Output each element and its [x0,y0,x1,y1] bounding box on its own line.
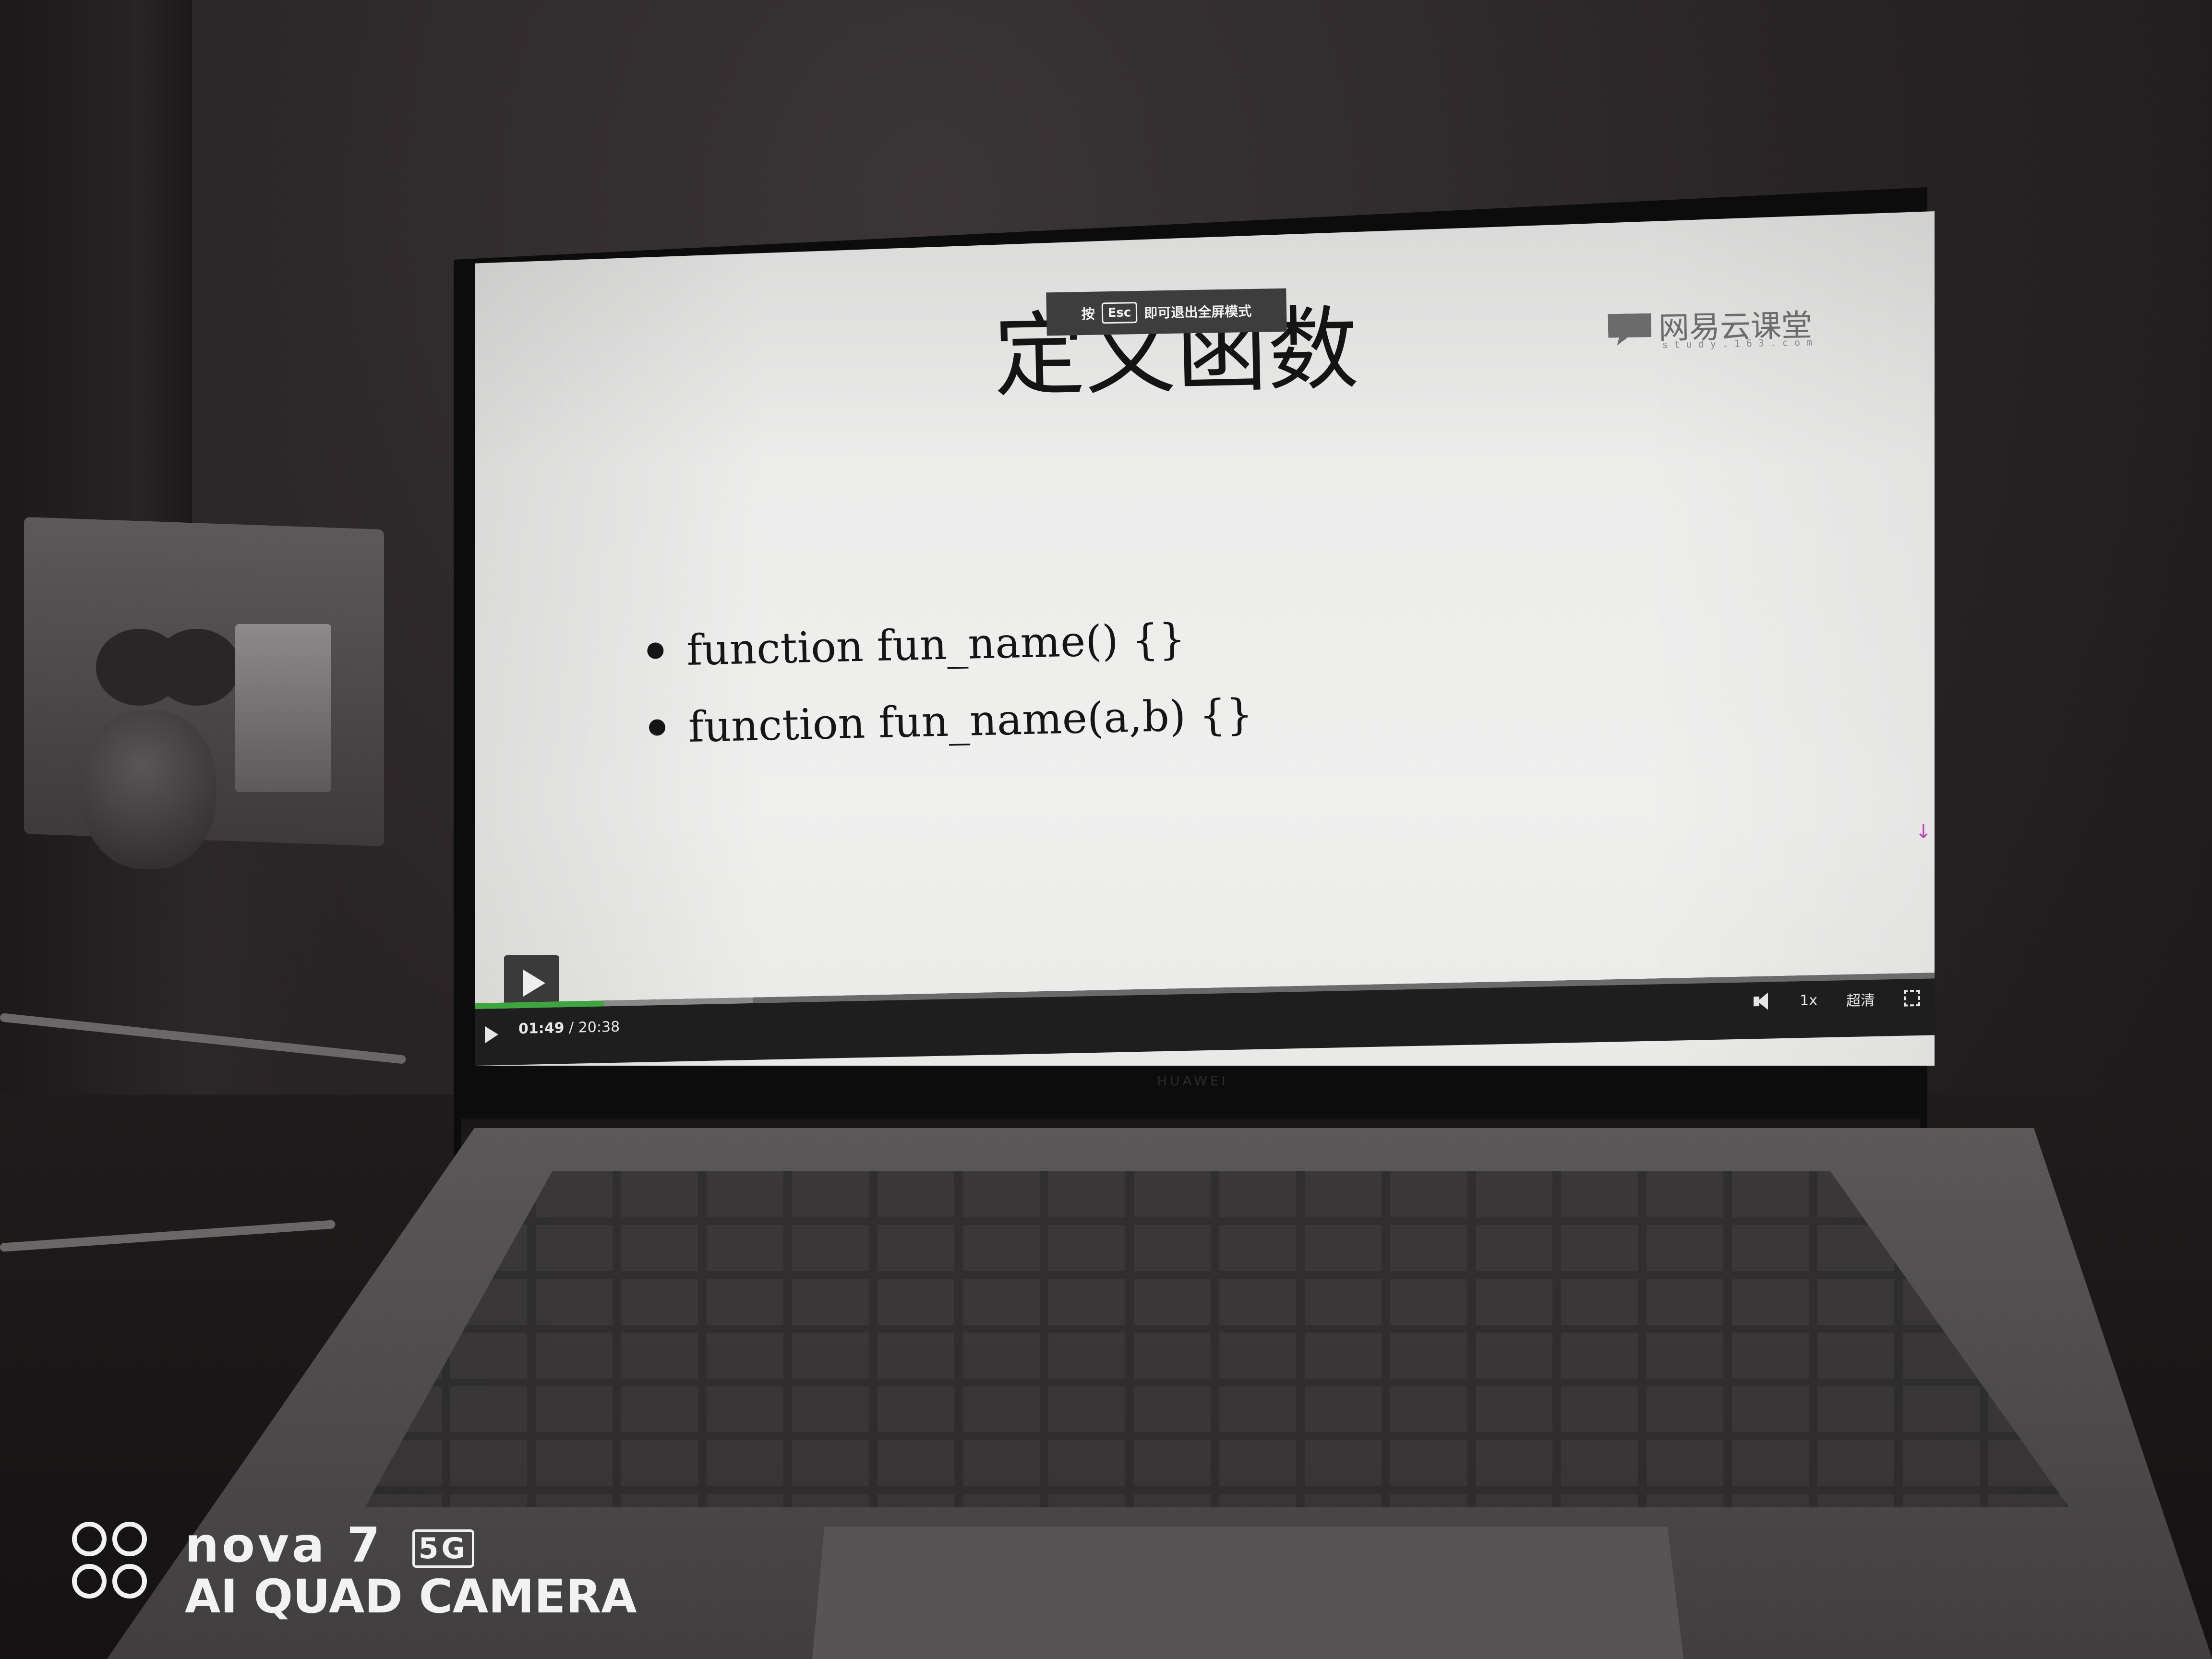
bullet-text: function fun_name(a,b) {} [687,689,1254,752]
current-time: 01:49 [518,1020,565,1038]
logo-url: study.163.com [1662,336,1819,351]
esc-key-label: Esc [1101,302,1138,324]
wall-pillar [134,0,192,552]
watermark-brand: nova 7 5G [185,1517,474,1573]
player-right-controls: 1x 超清 [1725,987,1920,1013]
list-item: function fun_name() {} [647,597,1320,689]
cursor-icon: ↓ [1915,821,1932,843]
study163-logo: 网易云课堂 study.163.com [1608,301,1834,357]
quality-button[interactable]: 超清 [1846,988,1875,1010]
socket-switch [235,624,331,792]
watermark-model: nova 7 [185,1517,383,1573]
socket-hole [154,629,240,706]
chat-bubble-icon [1608,313,1651,346]
slide-bullet-list: function fun_name() {} function fun_name… [647,597,1322,766]
power-plug [82,710,216,869]
toast-suffix: 即可退出全屏模式 [1144,303,1252,321]
exit-fullscreen-icon[interactable] [1904,989,1920,1007]
total-time: 20:38 [578,1018,620,1036]
watermark-5g-badge: 5G [412,1529,474,1568]
bullet-icon [649,719,666,736]
time-display: 01:49 / 20:38 [518,1019,620,1037]
bullet-icon [647,642,664,659]
laptop-brand-logo: HUAWEI [1157,1073,1228,1089]
laptop-keyboard [365,1171,2069,1507]
photo-scene: HUAWEI 定义函数 按 Esc 即可退出全屏模式 网易云课堂 study.1… [0,0,2212,1659]
list-item: function fun_name(a,b) {} [648,674,1322,766]
time-separator: / [569,1019,574,1036]
speed-button[interactable]: 1x [1800,992,1817,1009]
laptop-touchpad [811,1527,1685,1659]
laptop-screen: 定义函数 按 Esc 即可退出全屏模式 网易云课堂 study.163.com … [475,211,1935,1066]
bullet-text: function fun_name() {} [686,613,1186,675]
toast-prefix: 按 [1081,306,1095,323]
quad-camera-icon [72,1522,154,1603]
watermark-subtitle: AI QUAD CAMERA [185,1570,637,1623]
volume-icon[interactable] [1754,992,1771,1010]
exit-fullscreen-toast: 按 Esc 即可退出全屏模式 [1046,288,1287,336]
play-icon[interactable] [485,1025,498,1044]
